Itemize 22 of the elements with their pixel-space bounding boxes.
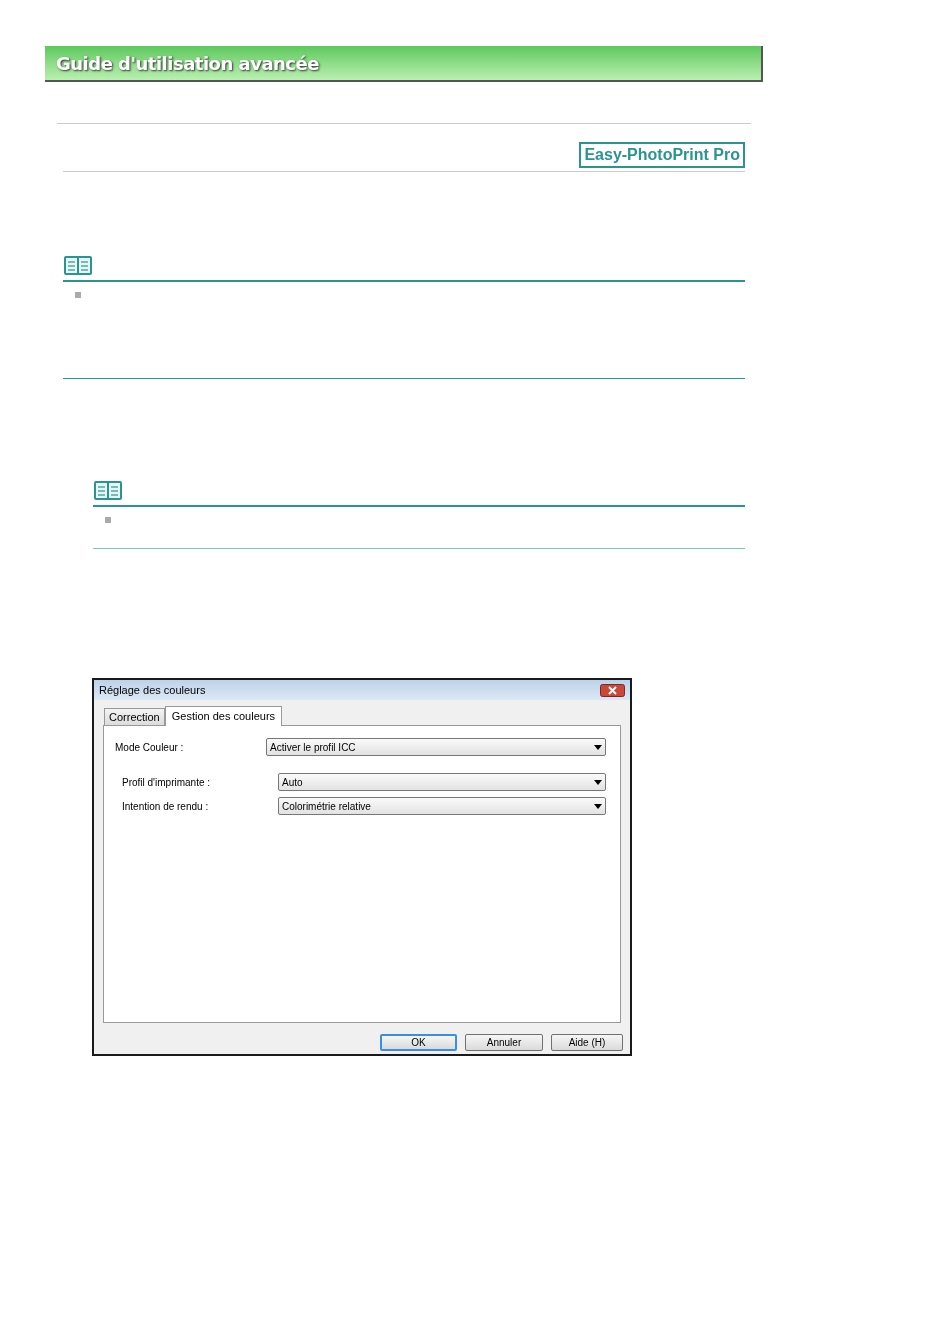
caret-icon — [594, 779, 602, 785]
book-icon — [94, 481, 122, 501]
close-icon[interactable] — [600, 683, 625, 697]
field-label: Mode Couleur : — [115, 740, 185, 755]
dialog-button[interactable]: Aide (H) — [551, 1034, 623, 1051]
dropdown[interactable]: Auto — [278, 773, 606, 791]
header-title: Guide d'utilisation avancée — [56, 51, 319, 76]
window-title: Réglage des couleurs — [99, 682, 206, 698]
caret-icon — [594, 803, 602, 809]
caret-icon — [594, 744, 602, 750]
tab[interactable]: Gestion des couleurs — [164, 706, 283, 726]
field-label: Profil d'imprimante : — [122, 775, 212, 790]
bullet-icon — [75, 292, 81, 298]
dropdown[interactable]: Colorimétrie relative — [278, 797, 606, 815]
product-badge: Easy-PhotoPrint Pro — [579, 142, 745, 168]
tab[interactable]: Correction — [104, 708, 165, 725]
book-icon — [64, 256, 92, 276]
dialog-button[interactable]: OK — [380, 1034, 457, 1051]
dropdown[interactable]: Activer le profil ICC — [266, 738, 606, 756]
field-label: Intention de rendu : — [122, 799, 210, 814]
dialog-button[interactable]: Annuler — [465, 1034, 543, 1051]
bullet-icon — [105, 517, 111, 523]
